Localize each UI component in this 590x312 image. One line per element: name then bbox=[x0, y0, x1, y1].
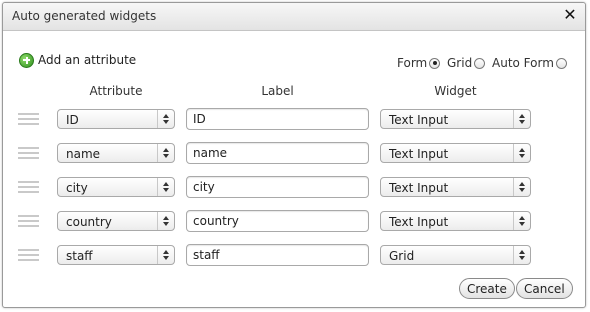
add-attribute-label: Add an attribute bbox=[38, 53, 137, 67]
attribute-select[interactable]: staff bbox=[57, 245, 175, 265]
dialog-titlebar: Auto generated widgets ✕ bbox=[3, 3, 585, 31]
drag-handle-icon[interactable] bbox=[18, 249, 39, 263]
select-arrows-icon bbox=[513, 144, 530, 162]
attribute-select-value: city bbox=[66, 181, 88, 195]
label-input[interactable] bbox=[186, 210, 369, 232]
select-arrows-icon bbox=[513, 178, 530, 196]
close-icon[interactable]: ✕ bbox=[562, 7, 578, 23]
select-arrows-icon bbox=[513, 246, 530, 264]
add-attribute-link[interactable]: Add an attribute bbox=[19, 52, 136, 68]
drag-handle-icon[interactable] bbox=[18, 113, 39, 127]
attribute-select[interactable]: city bbox=[57, 177, 175, 197]
select-arrows-icon bbox=[513, 212, 530, 230]
label-input[interactable] bbox=[186, 142, 369, 164]
select-arrows-icon bbox=[157, 178, 174, 196]
drag-handle-icon[interactable] bbox=[18, 215, 39, 229]
widget-select[interactable]: Text Input bbox=[380, 109, 531, 129]
attribute-select-value: ID bbox=[66, 113, 79, 127]
dialog-title: Auto generated widgets bbox=[12, 9, 157, 23]
attribute-select[interactable]: name bbox=[57, 143, 175, 163]
column-header-attribute: Attribute bbox=[89, 84, 143, 98]
mode-grid-radio[interactable] bbox=[474, 57, 486, 69]
mode-auto-form-option[interactable]: Auto Form bbox=[492, 56, 567, 70]
column-header-widget: Widget bbox=[434, 84, 477, 98]
mode-auto-form-label: Auto Form bbox=[492, 56, 554, 70]
drag-handle-icon[interactable] bbox=[18, 181, 39, 195]
label-input[interactable] bbox=[186, 244, 369, 266]
select-arrows-icon bbox=[157, 212, 174, 230]
label-input[interactable] bbox=[186, 108, 369, 130]
label-input[interactable] bbox=[186, 176, 369, 198]
select-arrows-icon bbox=[157, 246, 174, 264]
mode-form-label: Form bbox=[397, 56, 428, 70]
attribute-select[interactable]: country bbox=[57, 211, 175, 231]
widget-select[interactable]: Grid bbox=[380, 245, 531, 265]
select-arrows-icon bbox=[157, 144, 174, 162]
select-arrows-icon bbox=[157, 110, 174, 128]
widget-select[interactable]: Text Input bbox=[380, 177, 531, 197]
attribute-select-value: country bbox=[66, 215, 112, 229]
drag-handle-icon[interactable] bbox=[18, 147, 39, 161]
widget-select-value: Text Input bbox=[389, 215, 449, 229]
attribute-select-value: name bbox=[66, 147, 101, 161]
mode-auto-form-radio[interactable] bbox=[555, 57, 567, 69]
add-icon bbox=[19, 52, 34, 68]
create-button[interactable]: Create bbox=[459, 278, 515, 299]
widget-select[interactable]: Text Input bbox=[380, 211, 531, 231]
cancel-button[interactable]: Cancel bbox=[516, 278, 573, 299]
mode-grid-option[interactable]: Grid bbox=[447, 56, 486, 70]
widget-select-value: Text Input bbox=[389, 113, 449, 127]
attribute-select[interactable]: ID bbox=[57, 109, 175, 129]
select-arrows-icon bbox=[513, 110, 530, 128]
widget-select-value: Text Input bbox=[389, 147, 449, 161]
widget-select-value: Grid bbox=[389, 249, 415, 263]
column-header-label: Label bbox=[261, 84, 294, 98]
mode-form-option[interactable]: Form bbox=[397, 56, 441, 70]
widget-select[interactable]: Text Input bbox=[380, 143, 531, 163]
attribute-select-value: staff bbox=[66, 249, 93, 263]
widget-select-value: Text Input bbox=[389, 181, 449, 195]
mode-grid-label: Grid bbox=[447, 56, 473, 70]
mode-form-radio[interactable] bbox=[429, 57, 441, 69]
